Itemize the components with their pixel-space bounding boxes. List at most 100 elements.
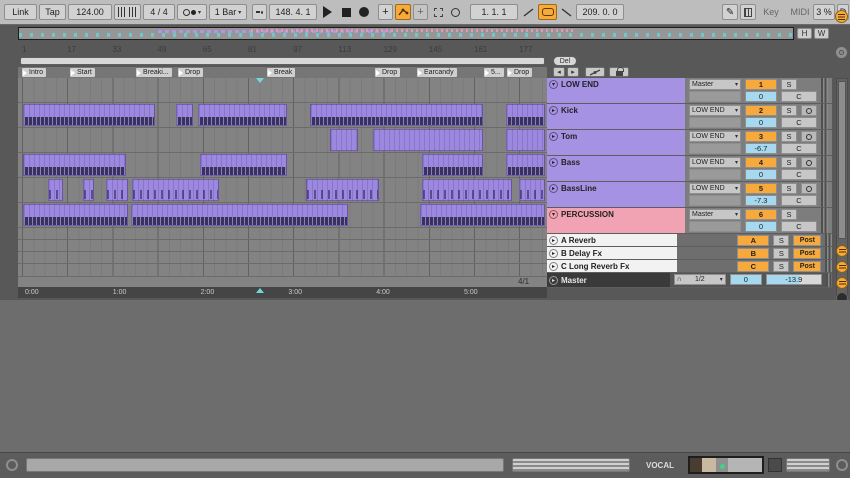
track-name-block[interactable]: ▸ Tom	[547, 130, 685, 155]
previous-locator-button[interactable]: ◂	[553, 67, 565, 77]
unfold-track-icon[interactable]: ▾	[549, 210, 558, 219]
horizontal-scrollbar[interactable]	[512, 458, 630, 472]
clip[interactable]	[48, 179, 63, 201]
clip[interactable]	[198, 104, 287, 126]
clip[interactable]	[373, 129, 483, 151]
delete-locator-button[interactable]: Del	[553, 56, 577, 66]
return-letter[interactable]: A	[737, 235, 770, 246]
unfold-track-icon[interactable]: ▾	[549, 80, 558, 89]
tap-tempo-button[interactable]: Tap	[39, 4, 66, 20]
unfold-track-icon[interactable]: ▸	[549, 261, 558, 271]
metronome-button[interactable]: ▾	[177, 4, 207, 20]
solo-button[interactable]: S	[773, 235, 790, 246]
track-header-tom[interactable]: ▸ Tom LOW END ▾ 3 S -6.7 C	[547, 130, 832, 156]
return-letter[interactable]: B	[737, 248, 770, 259]
output-routing-select[interactable]: LOW END ▾	[689, 131, 741, 142]
scrub-area[interactable]	[20, 57, 545, 65]
solo-button[interactable]: S	[781, 157, 797, 168]
unfold-track-icon[interactable]: ▸	[549, 248, 558, 258]
pan-field[interactable]: C	[781, 91, 817, 102]
mixer-section-menu-button[interactable]	[835, 10, 848, 23]
solo-button[interactable]: S	[773, 248, 790, 259]
output-routing-select[interactable]: Master ▾	[689, 209, 741, 220]
volume-field[interactable]: 0	[745, 169, 777, 180]
arrangement-lane-tom[interactable]	[18, 128, 547, 153]
track-header-bassline[interactable]: ▸ BassLine LOW END ▾ 5 S -7.3 C	[547, 182, 832, 208]
arrangement-lane-c-long-reverb-fx[interactable]	[18, 252, 547, 264]
overdub-button[interactable]: +	[378, 4, 393, 20]
arrangement-lane-percussion[interactable]	[18, 203, 547, 228]
output-routing-select[interactable]: LOW END ▾	[689, 157, 741, 168]
track-number[interactable]: 2	[745, 105, 777, 116]
track-name-block[interactable]: ▾ PERCUSSION	[547, 208, 685, 233]
clip[interactable]	[132, 179, 219, 201]
clip[interactable]	[83, 179, 94, 201]
solo-button[interactable]: S	[781, 209, 797, 220]
arrangement-overview[interactable]	[18, 27, 794, 40]
clip[interactable]	[306, 179, 379, 201]
volume-field[interactable]: -7.3	[745, 195, 777, 206]
status-left-icon[interactable]	[6, 459, 18, 471]
clip[interactable]	[200, 154, 287, 176]
track-name-block[interactable]: ▾ LOW END	[547, 78, 685, 103]
clip[interactable]	[310, 104, 483, 126]
automation-mode-button[interactable]	[585, 67, 605, 77]
clip[interactable]	[23, 104, 155, 126]
pan-field[interactable]: C	[781, 117, 817, 128]
return-name-block[interactable]: ▸ C Long Reverb Fx	[547, 260, 678, 272]
unfold-track-icon[interactable]: ▸	[549, 184, 558, 193]
sends-section-toggle[interactable]	[836, 245, 848, 257]
loop-button[interactable]	[538, 4, 557, 20]
pan-field[interactable]: C	[781, 221, 817, 232]
session-record-button[interactable]	[448, 4, 462, 20]
arrangement-lane-bassline[interactable]	[18, 178, 547, 203]
io-section-toggle[interactable]	[835, 46, 848, 59]
return-name-block[interactable]: ▸ A Reverb	[547, 234, 678, 246]
cue-out-select[interactable]: ∩ 1/2 ▾	[673, 274, 726, 285]
track-number[interactable]: 1	[745, 79, 777, 90]
arrangement-lane-low-end[interactable]	[18, 78, 547, 103]
clip[interactable]	[131, 204, 348, 226]
arrangement-lane-bass[interactable]	[18, 153, 547, 178]
locator-drop[interactable]: Drop	[178, 68, 204, 77]
arrangement-lane-kick[interactable]	[18, 103, 547, 128]
post-fader-toggle[interactable]: Post	[793, 261, 822, 272]
locator-earcandy[interactable]: Earcandy	[417, 68, 457, 77]
arrangement-lane-master[interactable]	[18, 264, 547, 277]
volume-field[interactable]: 0	[745, 221, 777, 232]
volume-field[interactable]: -6.7	[745, 143, 777, 154]
arrangement-lane-a-reverb[interactable]	[18, 228, 547, 240]
master-header[interactable]: ▸ Master ∩ 1/2 ▾ 0 -13.9	[547, 273, 832, 288]
loop-length-field[interactable]: 209. 0. 0	[576, 4, 624, 20]
locator-row[interactable]: Intro Start Breaki... Drop Break Drop Earcandy…	[18, 67, 547, 78]
track-header-percussion[interactable]: ▾ PERCUSSION Master ▾ 6 S 0 C	[547, 208, 832, 234]
master-name-block[interactable]: ▸ Master	[547, 273, 670, 287]
volume-field[interactable]: 0	[745, 91, 777, 102]
return-name-block[interactable]: ▸ B Delay Fx	[547, 247, 678, 259]
solo-button[interactable]: S	[781, 79, 797, 90]
device-chain-overview[interactable]	[688, 456, 764, 474]
clip[interactable]	[506, 129, 545, 151]
track-header-bass[interactable]: ▸ Bass LOW END ▾ 4 S 0 C	[547, 156, 832, 182]
track-number[interactable]: 6	[745, 209, 777, 220]
master-volume-field[interactable]: -13.9	[765, 274, 822, 285]
return-letter[interactable]: C	[737, 261, 770, 272]
locator-start[interactable]: Start	[70, 68, 95, 77]
play-button[interactable]	[320, 4, 334, 20]
unfold-track-icon[interactable]: ▸	[549, 275, 558, 285]
solo-button[interactable]: S	[781, 183, 797, 194]
record-button[interactable]	[357, 4, 370, 20]
output-routing-select[interactable]: LOW END ▾	[689, 105, 741, 116]
automation-arm-button[interactable]	[395, 4, 411, 20]
solo-button[interactable]: S	[773, 261, 790, 272]
arrangement-lane-b-delay-fx[interactable]	[18, 240, 547, 252]
post-fader-toggle[interactable]: Post	[793, 248, 822, 259]
follow-button[interactable]	[252, 4, 267, 20]
locator-intro[interactable]: Intro	[22, 68, 47, 77]
output-routing-select[interactable]: LOW END ▾	[689, 183, 741, 194]
unfold-track-icon[interactable]: ▸	[549, 132, 558, 141]
clip[interactable]	[23, 154, 126, 176]
clip[interactable]	[330, 129, 358, 151]
clip[interactable]	[506, 104, 545, 126]
arm-button[interactable]	[801, 183, 817, 194]
